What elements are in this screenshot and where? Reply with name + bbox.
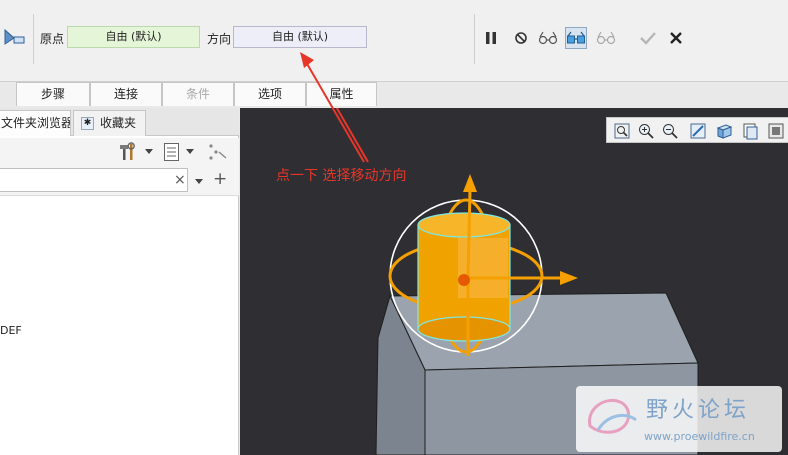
pause-button[interactable] bbox=[480, 27, 502, 49]
zoom-in-icon[interactable] bbox=[637, 122, 655, 140]
callout-text: 点一下 选择移动方向 bbox=[276, 168, 407, 184]
navigator-panel: 文件夹浏览器 ✱ 收藏夹 × + DEF bbox=[0, 108, 239, 455]
close-icon bbox=[670, 32, 682, 44]
tab-connect[interactable]: 连接 bbox=[90, 82, 162, 106]
navigator-tabs: 文件夹浏览器 ✱ 收藏夹 bbox=[0, 108, 239, 136]
clear-search-icon[interactable]: × bbox=[174, 172, 186, 188]
saved-orientations-icon[interactable] bbox=[715, 122, 733, 140]
named-views-icon[interactable] bbox=[741, 122, 759, 140]
navigator-toolbar bbox=[0, 138, 239, 166]
preview-button[interactable] bbox=[565, 27, 587, 49]
separator bbox=[474, 14, 475, 64]
origin-collector-field[interactable]: 自由 (默认) bbox=[67, 26, 200, 48]
tab-folder-browser[interactable]: 文件夹浏览器 bbox=[0, 110, 71, 136]
separator bbox=[33, 14, 34, 64]
refit-icon[interactable] bbox=[613, 122, 631, 140]
watermark-title: 野火论坛 bbox=[646, 398, 751, 423]
repaint-icon[interactable] bbox=[689, 122, 707, 140]
view-toolbar bbox=[606, 117, 788, 143]
verify-button[interactable] bbox=[537, 27, 559, 49]
tab-favorites-label: 收藏夹 bbox=[100, 116, 137, 130]
dashboard-tabs: 步骤 连接 条件 选项 属性 bbox=[0, 82, 480, 106]
watermark: 野火论坛 www.proewildfire.cn bbox=[576, 386, 782, 452]
glasses-outline-icon bbox=[538, 31, 558, 45]
favorites-icon: ✱ bbox=[81, 117, 94, 130]
cancel-button[interactable] bbox=[665, 27, 687, 49]
glasses-preview-icon bbox=[567, 31, 585, 44]
search-row: × + bbox=[0, 166, 239, 196]
filter-icon[interactable] bbox=[206, 142, 230, 162]
tab-folder-browser-label: 文件夹浏览器 bbox=[1, 116, 71, 130]
watermark-logo-icon bbox=[588, 399, 637, 434]
checkmark-icon bbox=[640, 32, 656, 45]
watermark-url: www.proewildfire.cn bbox=[644, 430, 755, 443]
tab-steps[interactable]: 步骤 bbox=[16, 82, 90, 106]
stop-icon bbox=[515, 32, 527, 44]
show-list-icon[interactable] bbox=[163, 142, 181, 162]
tools-icon[interactable] bbox=[118, 142, 140, 162]
pause-icon bbox=[486, 32, 496, 44]
direction-label: 方向 bbox=[207, 32, 232, 46]
confirm-button[interactable] bbox=[637, 27, 659, 49]
chevron-down-icon[interactable] bbox=[145, 149, 153, 155]
origin-label: 原点 bbox=[40, 32, 65, 46]
stop-button[interactable] bbox=[510, 27, 532, 49]
display-style-icon[interactable] bbox=[767, 122, 785, 140]
glasses-toggle-button[interactable] bbox=[595, 27, 617, 49]
tab-conditions: 条件 bbox=[162, 82, 234, 106]
glasses-gray-icon bbox=[596, 31, 616, 45]
move-tool-icon[interactable] bbox=[2, 26, 26, 48]
add-icon[interactable]: + bbox=[213, 169, 227, 189]
dashboard-ribbon: 原点 自由 (默认) 方向 自由 (默认) bbox=[0, 0, 788, 82]
chevron-down-icon[interactable] bbox=[195, 179, 203, 185]
callout-arrow-head bbox=[300, 52, 365, 163]
direction-collector-field[interactable]: 自由 (默认) bbox=[233, 26, 367, 48]
navigator-search-input[interactable] bbox=[0, 168, 188, 192]
tab-favorites[interactable]: ✱ 收藏夹 bbox=[73, 110, 146, 136]
tree-item[interactable]: DEF bbox=[0, 324, 22, 337]
chevron-down-icon[interactable] bbox=[186, 149, 194, 155]
zoom-out-icon[interactable] bbox=[661, 122, 679, 140]
